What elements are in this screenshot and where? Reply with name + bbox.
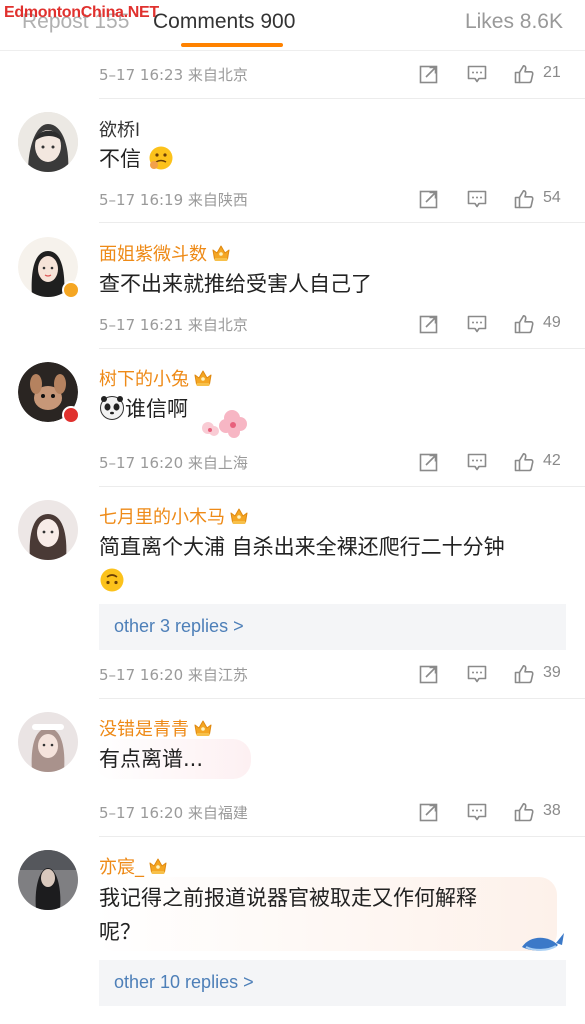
tab-likes[interactable]: Likes 8.6K	[465, 10, 563, 34]
username[interactable]: 面姐紫微斗数	[99, 240, 231, 266]
comment-meta: 5–17 16:20 来自江苏	[99, 666, 248, 684]
comment-tabs: Repost 155 Comments 900 Likes 8.6K Edmon…	[0, 0, 585, 50]
share-icon[interactable]	[418, 451, 440, 473]
reply-icon[interactable]	[466, 663, 488, 685]
comment-divider	[99, 222, 585, 223]
like-icon[interactable]	[513, 313, 535, 335]
like-count: 42	[543, 452, 561, 469]
reply-icon[interactable]	[466, 188, 488, 210]
reply-icon[interactable]	[466, 801, 488, 823]
like-count: 49	[543, 314, 561, 331]
comment-text: 我记得之前报道说器官被取走又作何解释	[99, 886, 477, 910]
like-count: 54	[543, 189, 561, 206]
more-replies-text: other 3 replies >	[114, 616, 244, 636]
thinking-emoji-icon	[148, 145, 174, 171]
comment-text: 不信	[99, 141, 174, 177]
reply-icon[interactable]	[466, 451, 488, 473]
like-icon[interactable]	[513, 801, 535, 823]
username[interactable]: 七月里的小木马	[99, 503, 249, 529]
comment-meta: 5–17 16:19 来自陕西	[99, 191, 248, 209]
comment-divider	[99, 348, 585, 349]
comment-meta-row: 5–17 16:21 来自北京 49	[0, 310, 585, 340]
comment-text: 有点离谱...	[99, 747, 204, 771]
flower-sticker-icon	[196, 398, 252, 444]
avatar[interactable]	[18, 500, 78, 560]
tab-comments[interactable]: Comments 900	[153, 10, 295, 34]
comment-meta: 5–17 16:23 来自北京	[99, 66, 248, 84]
vip-crown-icon	[229, 507, 249, 525]
username[interactable]: 没错是青青	[99, 715, 213, 741]
vip-crown-icon	[193, 369, 213, 387]
comment-meta: 5–17 16:21 来自北京	[99, 316, 248, 334]
avatar[interactable]	[18, 850, 78, 910]
comment-meta: 5–17 16:20 来自上海	[99, 454, 248, 472]
share-icon[interactable]	[418, 188, 440, 210]
username[interactable]: 树下的小兔	[99, 365, 213, 391]
like-icon[interactable]	[513, 188, 535, 210]
like-count: 39	[543, 664, 561, 681]
tabs-divider	[0, 50, 585, 51]
comment-text-line2	[99, 563, 125, 599]
active-tab-indicator	[181, 43, 283, 47]
comment-text-line2: 呢？	[99, 920, 141, 944]
whale-sticker-icon	[518, 925, 566, 961]
like-icon[interactable]	[513, 451, 535, 473]
comment-meta-row: 5–17 16:19 来自陕西 54	[0, 185, 585, 215]
panda-emoji-icon	[99, 395, 125, 421]
comment-meta-row: 5–17 16:23 来自北京 21	[0, 60, 585, 90]
share-icon[interactable]	[418, 63, 440, 85]
username[interactable]: 欲桥l	[99, 116, 140, 142]
more-replies-link[interactable]: other 3 replies >	[99, 604, 566, 650]
watermark: EdmontonChina.NET	[4, 4, 159, 21]
comment-divider	[99, 486, 585, 487]
comment-divider	[99, 836, 585, 837]
like-count: 38	[543, 802, 561, 819]
comment-text: 简直离个大浦 自杀出来全裸还爬行二十分钟	[99, 535, 505, 559]
avatar[interactable]	[18, 112, 78, 172]
comment-meta: 5–17 16:20 来自福建	[99, 804, 248, 822]
vip-crown-icon	[211, 244, 231, 262]
comment-divider	[99, 698, 585, 699]
comment-meta-row: 5–17 16:20 来自江苏 39	[0, 660, 585, 690]
avatar[interactable]	[18, 237, 80, 299]
comment-divider	[99, 98, 585, 99]
comment-meta-row: 5–17 16:20 来自福建 38	[0, 798, 585, 828]
vip-crown-icon	[148, 857, 168, 875]
avatar[interactable]	[18, 362, 80, 424]
share-icon[interactable]	[418, 663, 440, 685]
upside-down-face-emoji-icon	[99, 567, 125, 593]
username[interactable]: 亦宸_	[99, 853, 168, 879]
like-icon[interactable]	[513, 63, 535, 85]
comment-meta-row: 5–17 16:20 来自上海 42	[0, 448, 585, 478]
verified-badge-icon	[62, 406, 80, 424]
vip-crown-icon	[193, 719, 213, 737]
like-icon[interactable]	[513, 663, 535, 685]
more-replies-link[interactable]: other 10 replies >	[99, 960, 566, 1006]
avatar[interactable]	[18, 712, 78, 772]
share-icon[interactable]	[418, 801, 440, 823]
comment-text: 查不出来就推给受害人自己了	[99, 272, 372, 296]
like-count: 21	[543, 64, 561, 81]
comment-text: 谁信啊	[99, 391, 188, 427]
verified-badge-icon	[62, 281, 80, 299]
share-icon[interactable]	[418, 313, 440, 335]
more-replies-text: other 10 replies >	[114, 972, 254, 992]
reply-icon[interactable]	[466, 313, 488, 335]
reply-icon[interactable]	[466, 63, 488, 85]
